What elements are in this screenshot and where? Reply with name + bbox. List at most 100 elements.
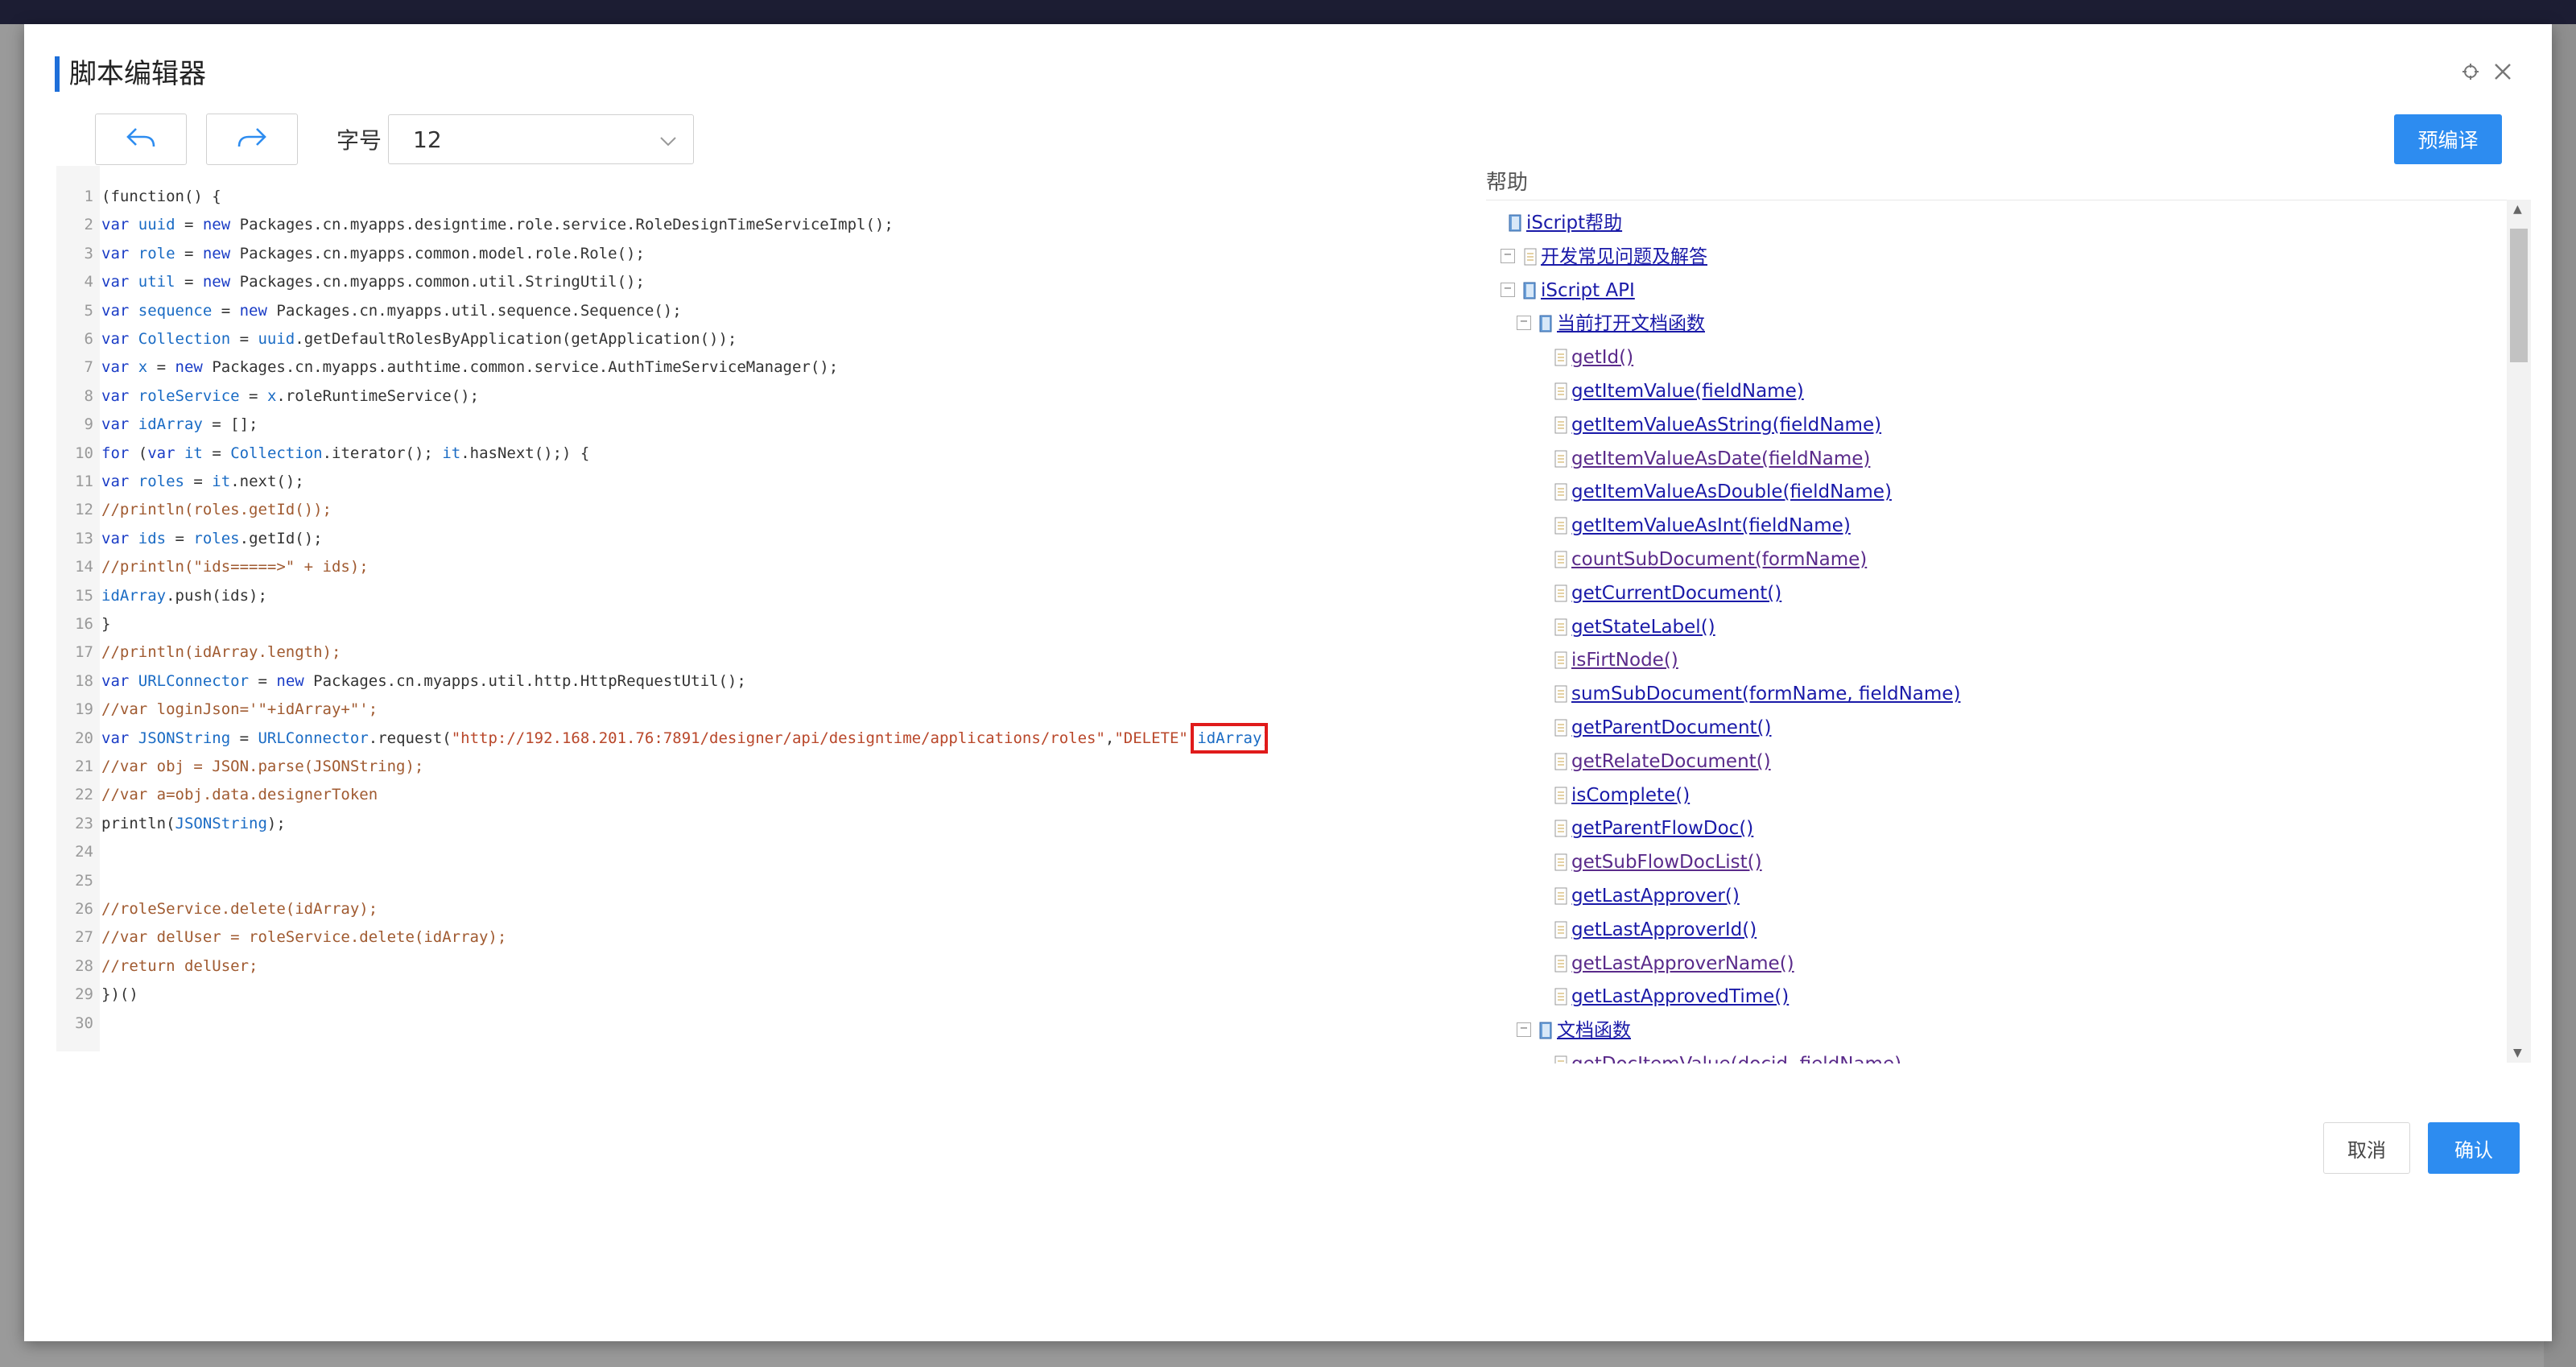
code-line[interactable]: 8 var roleService = x.roleRuntimeService(… (56, 382, 1417, 411)
help-tree-item[interactable]: getParentDocument() (1554, 712, 1772, 744)
help-link[interactable]: getLastApproverId() (1571, 914, 1757, 946)
code-text: idArray.push(ids); (101, 587, 267, 605)
tree-expander-icon[interactable]: − (1501, 248, 1515, 263)
code-line[interactable]: 9 var idArray = []; (56, 410, 1417, 439)
code-line[interactable]: 1 (function() { (56, 182, 1417, 211)
help-tree-item[interactable]: getStateLabel() (1554, 611, 1715, 643)
fullscreen-icon[interactable] (2462, 63, 2479, 84)
help-link[interactable]: getCurrentDocument() (1571, 577, 1781, 609)
help-tree-item[interactable]: getItemValue(fieldName) (1554, 375, 1804, 407)
help-link[interactable]: getLastApprover() (1571, 880, 1740, 912)
code-line[interactable]: 14 //println("ids=====>" + ids); (56, 552, 1417, 581)
help-tree-item[interactable]: getId() (1554, 341, 1633, 374)
code-line[interactable]: 22 //var a=obj.data.designerToken (56, 780, 1417, 809)
help-tree-item[interactable]: countSubDocument(formName) (1554, 543, 1867, 576)
code-line[interactable]: 29})() (56, 980, 1417, 1009)
help-link[interactable]: iScript API (1541, 275, 1635, 307)
code-line[interactable]: 20 var JSONString = URLConnector.request(… (56, 722, 1417, 754)
code-line[interactable]: 27 //var delUser = roleService.delete(idA… (56, 923, 1417, 952)
help-link[interactable]: isComplete() (1571, 779, 1690, 812)
help-link[interactable]: getItemValueAsDouble(fieldName) (1571, 476, 1892, 508)
tree-expander-icon[interactable]: − (1517, 316, 1531, 331)
help-link[interactable]: getItemValueAsString(fieldName) (1571, 409, 1881, 441)
help-tree-item[interactable]: 文档函数 (1539, 1014, 1631, 1047)
code-line[interactable]: 15 idArray.push(ids); (56, 581, 1417, 610)
help-scrollbar[interactable]: ▲ ▼ (2507, 200, 2531, 1063)
code-line[interactable]: 17 //println(idArray.length); (56, 638, 1417, 667)
code-line[interactable]: 19 //var loginJson='"+idArray+"'; (56, 695, 1417, 724)
help-link[interactable]: 开发常见问题及解答 (1541, 241, 1707, 273)
confirm-button[interactable]: 确认 (2428, 1122, 2520, 1174)
help-link[interactable]: countSubDocument(formName) (1571, 543, 1867, 576)
code-line[interactable]: 2 var uuid = new Packages.cn.myapps.desig… (56, 210, 1417, 239)
code-line[interactable]: 7 var x = new Packages.cn.myapps.authtime… (56, 353, 1417, 382)
help-tree-item[interactable]: getSubFlowDocList() (1554, 846, 1762, 878)
help-tree-item[interactable]: getLastApprover() (1554, 880, 1740, 912)
help-link[interactable]: getParentFlowDoc() (1571, 812, 1753, 845)
code-line[interactable]: 5 var sequence = new Packages.cn.myapps.u… (56, 296, 1417, 325)
code-line[interactable]: 21 //var obj = JSON.parse(JSONString); (56, 752, 1417, 781)
help-link[interactable]: getParentDocument() (1571, 712, 1772, 744)
help-tree-item[interactable]: isComplete() (1554, 779, 1690, 812)
help-link[interactable]: sumSubDocument(formName, fieldName) (1571, 678, 1960, 710)
help-link[interactable]: getSubFlowDocList() (1571, 846, 1762, 878)
help-link[interactable]: iScript帮助 (1526, 207, 1622, 239)
help-link[interactable]: getRelateDocument() (1571, 745, 1771, 778)
code-line[interactable]: 23 println(JSONString); (56, 809, 1417, 838)
help-link[interactable]: getStateLabel() (1571, 611, 1715, 643)
redo-button[interactable] (206, 114, 298, 165)
code-line[interactable]: 25 (56, 866, 1417, 895)
help-link[interactable]: getId() (1571, 341, 1633, 374)
code-line[interactable]: 6 var Collection = uuid.getDefaultRolesBy… (56, 324, 1417, 353)
help-link[interactable]: 当前打开文档函数 (1557, 308, 1705, 340)
font-size-select[interactable]: 12 (388, 114, 695, 164)
scroll-thumb[interactable] (2510, 229, 2528, 362)
code-line[interactable]: 18 var URLConnector = new Packages.cn.mya… (56, 667, 1417, 696)
code-line[interactable]: 28 //return delUser; (56, 952, 1417, 981)
tree-expander-icon[interactable]: − (1501, 282, 1515, 297)
help-link[interactable]: getItemValueAsInt(fieldName) (1571, 510, 1851, 542)
help-link[interactable]: getItemValue(fieldName) (1571, 375, 1804, 407)
code-editor[interactable]: 1 (function() {2 var uuid = new Packages.c… (56, 166, 1417, 1051)
help-tree-item[interactable]: isFirtNode() (1554, 644, 1678, 676)
help-tree-item[interactable]: getParentFlowDoc() (1554, 812, 1753, 845)
code-line[interactable]: 24 (56, 837, 1417, 866)
scroll-down-icon[interactable]: ▼ (2513, 1047, 2522, 1059)
help-tree-item[interactable]: getDocItemValue(docid, fieldName) (1554, 1048, 1901, 1063)
code-line[interactable]: 4 var util = new Packages.cn.myapps.commo… (56, 267, 1417, 296)
undo-button[interactable] (95, 114, 187, 165)
scroll-up-icon[interactable]: ▲ (2513, 203, 2522, 216)
tree-expander-icon[interactable]: − (1517, 1022, 1531, 1038)
code-line[interactable]: 11 var roles = it.next(); (56, 467, 1417, 496)
code-line[interactable]: 10 for (var it = Collection.iterator(); i… (56, 439, 1417, 468)
help-tree-item[interactable]: iScript帮助 (1509, 207, 1622, 239)
help-tree-item[interactable]: getLastApproverId() (1554, 914, 1757, 946)
help-tree-item[interactable]: getItemValueAsDate(fieldName) (1554, 443, 1870, 475)
code-line[interactable]: 12 //println(roles.getId()); (56, 495, 1417, 524)
help-tree-item[interactable]: getLastApprovedTime() (1554, 981, 1789, 1013)
code-line[interactable]: 16} (56, 609, 1417, 638)
precompile-button[interactable]: 预编译 (2394, 114, 2502, 164)
help-tree-item[interactable]: getItemValueAsString(fieldName) (1554, 409, 1881, 441)
help-link[interactable]: 文档函数 (1557, 1014, 1631, 1047)
code-line[interactable]: 13 var ids = roles.getId(); (56, 524, 1417, 553)
help-link[interactable]: getItemValueAsDate(fieldName) (1571, 443, 1870, 475)
help-link[interactable]: getLastApproverName() (1571, 948, 1794, 980)
code-line[interactable]: 30 (56, 1009, 1417, 1038)
help-tree-item[interactable]: getItemValueAsInt(fieldName) (1554, 510, 1851, 542)
help-tree-item[interactable]: getCurrentDocument() (1554, 577, 1781, 609)
help-link[interactable]: getLastApprovedTime() (1571, 981, 1789, 1013)
help-tree-item[interactable]: 开发常见问题及解答 (1523, 241, 1707, 273)
cancel-button[interactable]: 取消 (2323, 1122, 2410, 1174)
help-link[interactable]: getDocItemValue(docid, fieldName) (1571, 1048, 1901, 1063)
close-icon[interactable] (2494, 63, 2512, 84)
help-tree-item[interactable]: getItemValueAsDouble(fieldName) (1554, 476, 1892, 508)
help-tree-item[interactable]: getRelateDocument() (1554, 745, 1771, 778)
help-tree-item[interactable]: 当前打开文档函数 (1539, 308, 1705, 340)
help-link[interactable]: isFirtNode() (1571, 644, 1678, 676)
help-tree-item[interactable]: sumSubDocument(formName, fieldName) (1554, 678, 1960, 710)
help-tree-item[interactable]: iScript API (1523, 275, 1635, 307)
help-tree-item[interactable]: getLastApproverName() (1554, 948, 1794, 980)
code-line[interactable]: 26 //roleService.delete(idArray); (56, 894, 1417, 923)
code-line[interactable]: 3 var role = new Packages.cn.myapps.commo… (56, 239, 1417, 268)
